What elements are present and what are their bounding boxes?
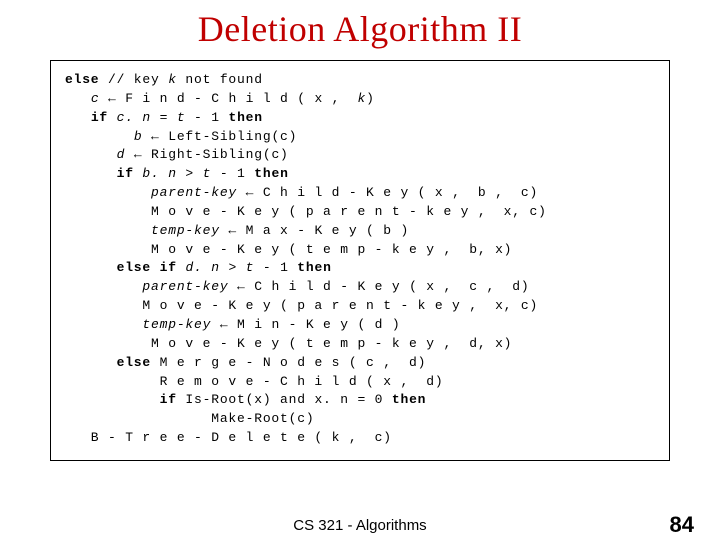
code-text: ← Right-Sibling(c) bbox=[125, 147, 288, 162]
code-line: M o v e - K e y ( p a r e n t - k e y , … bbox=[65, 204, 547, 219]
code-text: ← M i n - K e y ( d ) bbox=[211, 317, 400, 332]
kw-then: then bbox=[228, 110, 262, 125]
var-cn: c. n bbox=[117, 110, 151, 125]
indent bbox=[65, 260, 117, 275]
var-dn: d. n bbox=[185, 260, 219, 275]
kw-then: then bbox=[392, 392, 426, 407]
indent bbox=[65, 166, 117, 181]
code-line: M o v e - K e y ( t e m p - k e y , d, x… bbox=[65, 336, 512, 351]
kw-if: if bbox=[117, 166, 134, 181]
var-d: d bbox=[117, 147, 126, 162]
comment-text: // key bbox=[99, 72, 168, 87]
code-text: ← M a x - K e y ( b ) bbox=[220, 223, 409, 238]
indent bbox=[65, 129, 134, 144]
code-text: = bbox=[151, 110, 177, 125]
kw-elseif: else if bbox=[117, 260, 177, 275]
indent bbox=[65, 392, 160, 407]
code-line: M o v e - K e y ( t e m p - k e y , b, x… bbox=[65, 242, 512, 257]
kw-if: if bbox=[91, 110, 108, 125]
code-text: ← F i n d - C h i l d ( x , bbox=[99, 91, 357, 106]
var-parentkey: parent-key bbox=[151, 185, 237, 200]
kw-else: else bbox=[117, 355, 151, 370]
indent bbox=[65, 185, 151, 200]
kw-then: then bbox=[254, 166, 288, 181]
code-text: M e r g e - N o d e s ( c , d) bbox=[151, 355, 426, 370]
var-tempkey: temp-key bbox=[151, 223, 220, 238]
sp bbox=[108, 110, 117, 125]
code-line: R e m o v e - C h i l d ( x , d) bbox=[65, 374, 443, 389]
code-line: M o v e - K e y ( p a r e n t - k e y , … bbox=[65, 298, 538, 313]
code-text: ) bbox=[366, 91, 375, 106]
code-text: - 1 bbox=[185, 110, 228, 125]
indent bbox=[65, 355, 117, 370]
page-number: 84 bbox=[670, 512, 694, 538]
indent bbox=[65, 110, 91, 125]
kw-if: if bbox=[160, 392, 177, 407]
indent bbox=[65, 317, 142, 332]
code-text: ← Left-Sibling(c) bbox=[142, 129, 297, 144]
kw-else: else bbox=[65, 72, 99, 87]
slide: Deletion Algorithm II else // key k not … bbox=[0, 8, 720, 540]
indent bbox=[65, 279, 142, 294]
comment-text-2: not found bbox=[177, 72, 263, 87]
code-text: - 1 bbox=[211, 166, 254, 181]
code-text: > bbox=[177, 166, 203, 181]
footer-text: CS 321 - Algorithms bbox=[0, 517, 720, 534]
var-t: t bbox=[246, 260, 255, 275]
var-tempkey: temp-key bbox=[142, 317, 211, 332]
var-k: k bbox=[357, 91, 366, 106]
var-bn: b. n bbox=[142, 166, 176, 181]
code-line: B - T r e e - D e l e t e ( k , c) bbox=[65, 430, 392, 445]
kw-then: then bbox=[297, 260, 331, 275]
var-k: k bbox=[168, 72, 177, 87]
code-text: ← C h i l d - K e y ( x , b , c) bbox=[237, 185, 538, 200]
code-text: Is-Root(x) and x. n = 0 bbox=[177, 392, 392, 407]
indent bbox=[65, 147, 117, 162]
code-text: ← C h i l d - K e y ( x , c , d) bbox=[228, 279, 529, 294]
var-parentkey: parent-key bbox=[142, 279, 228, 294]
slide-title: Deletion Algorithm II bbox=[0, 8, 720, 50]
var-t: t bbox=[203, 166, 212, 181]
code-text: > bbox=[220, 260, 246, 275]
indent bbox=[65, 223, 151, 238]
indent bbox=[65, 91, 91, 106]
code-box: else // key k not found c ← F i n d - C … bbox=[50, 60, 670, 461]
code-line: Make-Root(c) bbox=[65, 411, 314, 426]
code-text: - 1 bbox=[254, 260, 297, 275]
